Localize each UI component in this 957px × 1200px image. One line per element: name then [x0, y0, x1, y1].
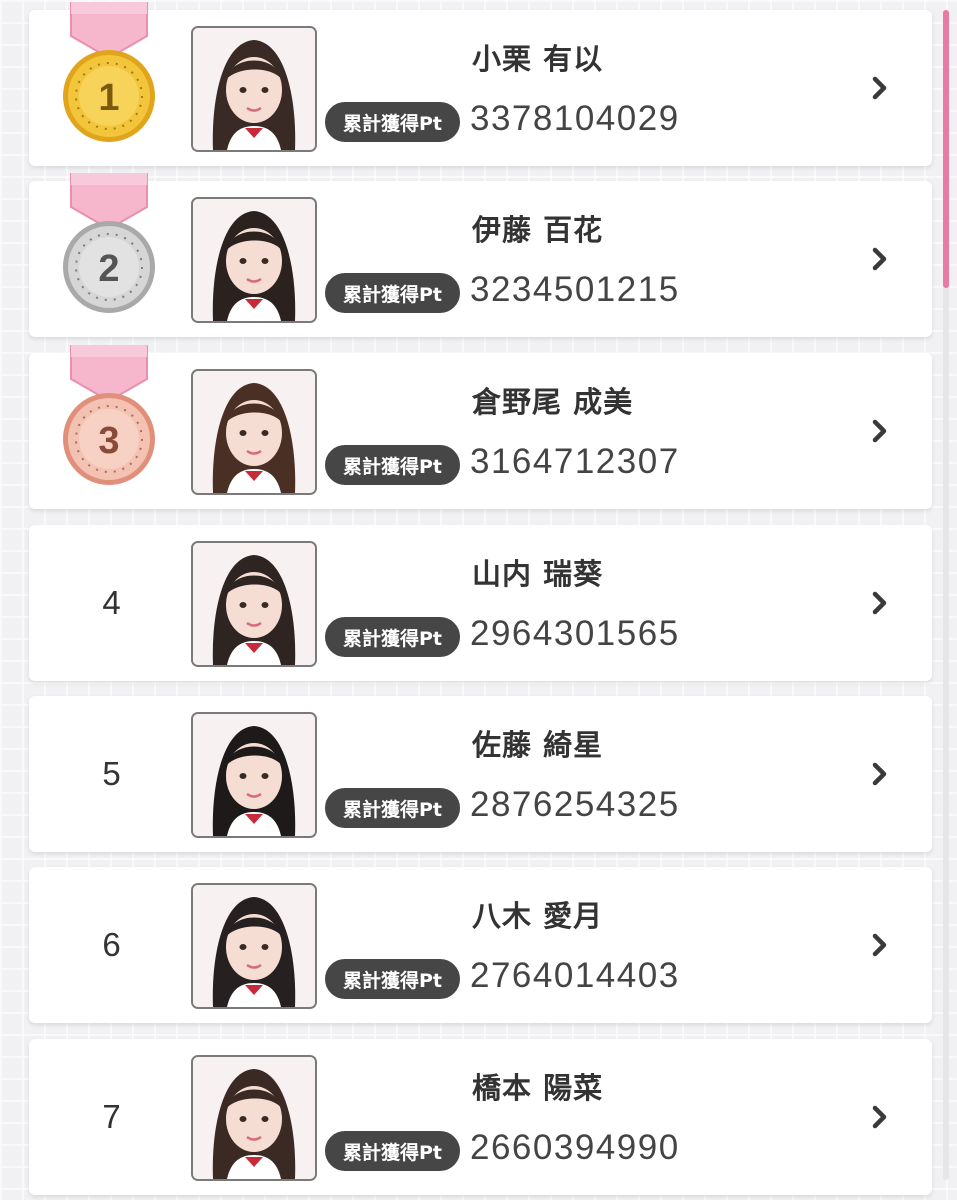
medal-rank-number: 2 [98, 248, 119, 290]
points-badge: 累計獲得Pt [323, 100, 462, 144]
ranking-row[interactable]: 6 八木 愛月 累計獲得Pt 2764014403 [29, 867, 932, 1023]
chevron-right-icon[interactable] [865, 413, 895, 449]
member-name: 八木 愛月 [472, 899, 604, 933]
scrollbar-thumb[interactable] [943, 10, 949, 288]
points-badge: 累計獲得Pt [323, 1129, 462, 1173]
points-value: 2964301565 [470, 614, 680, 653]
points-value: 2660394990 [470, 1128, 680, 1167]
chevron-right-icon[interactable] [865, 70, 895, 106]
points-value: 2764014403 [470, 956, 680, 995]
rank-number: 5 [102, 755, 121, 792]
member-name: 倉野尾 成美 [472, 385, 634, 419]
chevron-right-icon[interactable] [865, 241, 895, 277]
ranking-row[interactable]: 1 小栗 有以 累計獲得Pt 3378104029 [29, 1, 932, 166]
medal-icon: 3 [61, 344, 157, 495]
member-name: 佐藤 綺星 [472, 728, 604, 762]
ranking-row[interactable]: 7 橋本 陽菜 累計獲得Pt 2660394990 [29, 1039, 932, 1195]
chevron-right-icon[interactable] [865, 927, 895, 963]
member-photo [191, 369, 317, 495]
chevron-right-icon[interactable] [865, 585, 895, 621]
member-name: 橋本 陽菜 [472, 1071, 604, 1105]
ranking-row[interactable]: 3 倉野尾 成美 累計獲得Pt 3164712307 [29, 344, 932, 509]
member-name: 山内 瑞葵 [472, 557, 604, 591]
points-value: 2876254325 [470, 785, 680, 824]
ranking-row[interactable]: 5 佐藤 綺星 累計獲得Pt 2876254325 [29, 696, 932, 852]
medal-rank-number: 3 [98, 420, 119, 462]
points-badge: 累計獲得Pt [323, 271, 462, 315]
member-photo [191, 712, 317, 838]
rank-number: 6 [102, 926, 121, 963]
ranking-row[interactable]: 2 伊藤 百花 累計獲得Pt 3234501215 [29, 172, 932, 337]
rank-number: 7 [102, 1098, 121, 1135]
member-photo [191, 883, 317, 1009]
member-name: 小栗 有以 [472, 42, 604, 76]
member-name: 伊藤 百花 [472, 213, 604, 247]
chevron-right-icon[interactable] [865, 1099, 895, 1135]
rank-number: 4 [102, 584, 121, 621]
ranking-row[interactable]: 4 山内 瑞葵 累計獲得Pt 2964301565 [29, 525, 932, 681]
points-value: 3234501215 [470, 270, 680, 309]
member-photo [191, 541, 317, 667]
medal-rank-number: 1 [98, 77, 119, 119]
points-value: 3164712307 [470, 442, 680, 481]
points-value: 3378104029 [470, 99, 680, 138]
points-badge: 累計獲得Pt [323, 957, 462, 1001]
medal-icon: 2 [61, 172, 157, 323]
member-photo [191, 1055, 317, 1181]
scrollbar[interactable] [943, 10, 949, 1180]
medal-icon: 1 [61, 1, 157, 152]
member-photo [191, 197, 317, 323]
member-photo [191, 26, 317, 152]
points-badge: 累計獲得Pt [323, 786, 462, 830]
chevron-right-icon[interactable] [865, 756, 895, 792]
points-badge: 累計獲得Pt [323, 615, 462, 659]
points-badge: 累計獲得Pt [323, 443, 462, 487]
